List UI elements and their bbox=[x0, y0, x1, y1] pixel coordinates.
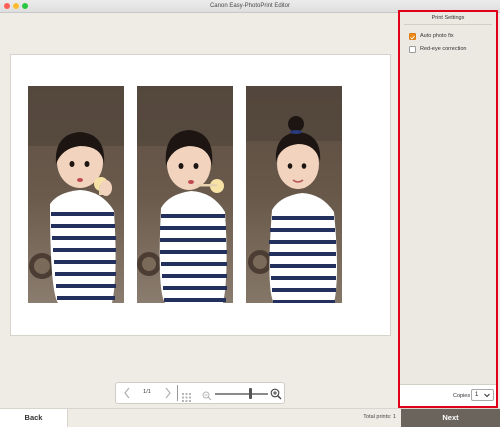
child-with-ice-cream-photo-icon bbox=[28, 86, 124, 303]
red-eye-correction-label: Red-eye correction bbox=[420, 46, 467, 52]
zoom-out-icon[interactable] bbox=[202, 388, 212, 401]
photo-2[interactable] bbox=[137, 86, 233, 303]
copies-label: Copies bbox=[453, 393, 471, 399]
photo-1[interactable] bbox=[28, 86, 124, 303]
grid-view-icon[interactable] bbox=[182, 389, 191, 402]
toolbar-divider bbox=[177, 385, 178, 401]
child-with-ice-cream-photo-icon bbox=[137, 86, 233, 303]
next-button[interactable]: Next bbox=[401, 409, 500, 427]
preview-navigation-bar: 1/1 bbox=[115, 382, 285, 404]
copies-footer: Copies 1 bbox=[400, 385, 496, 406]
page-indicator: 1/1 bbox=[143, 389, 151, 395]
print-settings-panel: Print Settings Auto photo fix Red-eye co… bbox=[398, 10, 498, 408]
copies-select[interactable]: 1 bbox=[471, 389, 494, 401]
auto-photo-fix-checkbox[interactable] bbox=[409, 33, 416, 40]
auto-photo-fix-label: Auto photo fix bbox=[420, 33, 454, 39]
child-portrait-photo-icon bbox=[246, 86, 342, 303]
chevron-down-icon bbox=[484, 393, 490, 398]
photo-3[interactable] bbox=[246, 86, 342, 303]
back-button[interactable]: Back bbox=[0, 409, 68, 427]
red-eye-correction-checkbox[interactable] bbox=[409, 46, 416, 53]
zoom-slider-track[interactable] bbox=[215, 393, 268, 395]
app-window: Canon Easy-PhotoPrint Editor 1/1 Print S… bbox=[0, 0, 500, 427]
panel-divider bbox=[404, 24, 492, 25]
print-preview-page bbox=[10, 54, 391, 336]
chevron-left-icon[interactable] bbox=[122, 386, 132, 400]
total-prints-count: Total prints: 1 bbox=[363, 414, 396, 420]
zoom-slider-handle[interactable] bbox=[249, 388, 252, 399]
bottom-bar: Back Total prints: 1 Next bbox=[0, 408, 500, 427]
copies-value: 1 bbox=[475, 392, 479, 398]
zoom-in-icon[interactable] bbox=[270, 387, 282, 400]
panel-title: Print Settings bbox=[431, 15, 465, 21]
preview-area: 1/1 bbox=[0, 13, 398, 408]
chevron-right-icon[interactable] bbox=[163, 386, 173, 400]
